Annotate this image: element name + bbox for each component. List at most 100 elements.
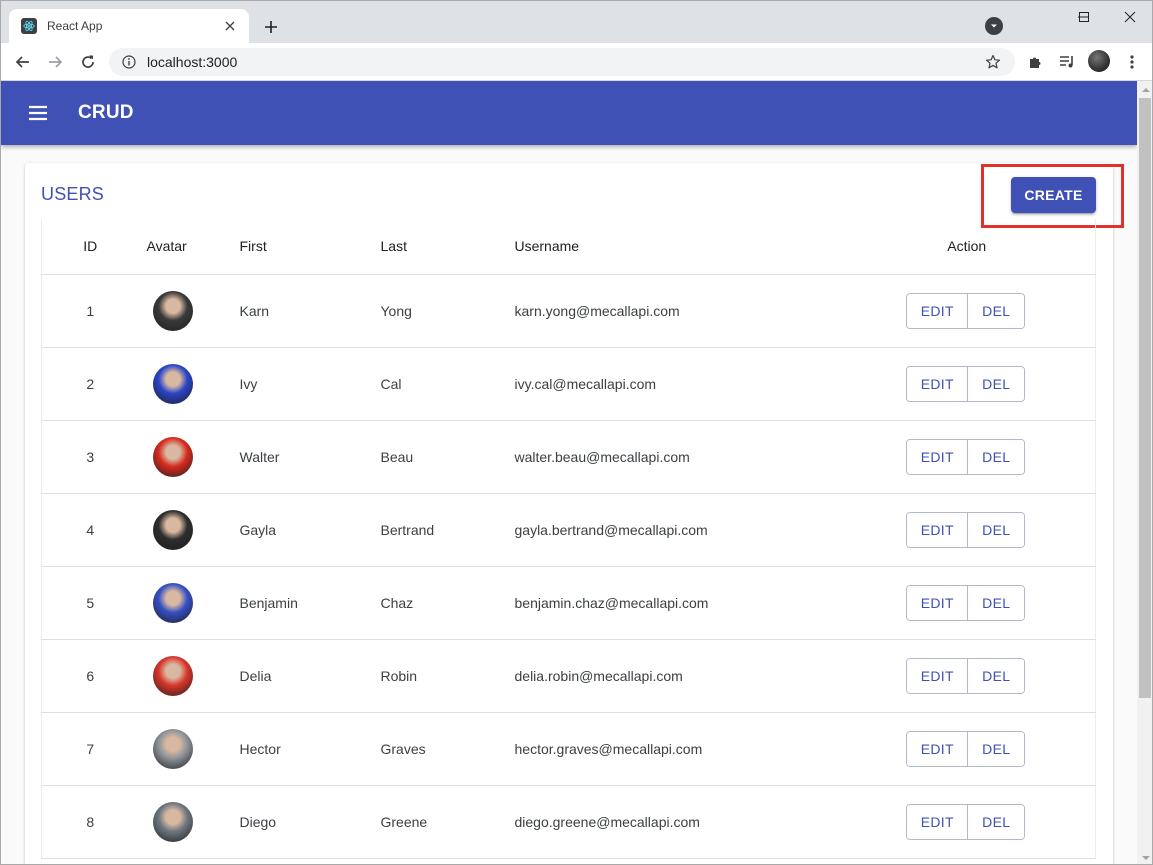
browser-toolbar: localhost:3000 [1,43,1152,81]
action-button-group: EDIT DEL [906,365,1026,402]
browser-menu-icon[interactable] [1118,48,1146,76]
cell-last: Graves [380,712,515,786]
cell-username: delia.robin@mecallapi.com [514,639,839,713]
tab-strip: React App [1,1,1152,43]
user-avatar [152,655,193,696]
cell-first: Gayla [239,493,381,567]
cell-username: diego.greene@mecallapi.com [514,785,839,859]
header-last: Last [380,219,515,275]
cell-first: Diego [239,785,381,859]
action-button-group: EDIT DEL [906,438,1026,475]
edit-button[interactable]: EDIT [907,804,968,839]
table-row: 1 Karn Yong karn.yong@mecallapi.com EDIT DEL [41,274,1096,348]
delete-button[interactable]: DEL [967,585,1025,620]
edit-button[interactable]: EDIT [907,439,968,474]
address-bar[interactable]: localhost:3000 [109,48,1015,76]
delete-button[interactable]: DEL [967,293,1025,328]
app-title: CRUD [78,102,134,123]
table-row: 2 Ivy Cal ivy.cal@mecallapi.com EDIT DEL [41,347,1096,421]
user-avatar [152,363,193,404]
browser-tab[interactable]: React App [9,9,249,43]
user-avatar [152,290,193,331]
media-control-icon[interactable] [1054,48,1082,76]
delete-button[interactable]: DEL [967,731,1025,766]
new-tab-icon[interactable] [259,15,283,39]
table-header-row: ID Avatar First Last Username Action [41,219,1096,275]
action-button-group: EDIT DEL [906,657,1026,694]
header-username: Username [514,219,839,275]
cell-username: walter.beau@mecallapi.com [514,420,839,494]
delete-button[interactable]: DEL [967,804,1025,839]
user-avatar [152,582,193,623]
cell-id: 4 [41,493,147,567]
url-text: localhost:3000 [147,54,238,70]
page-scrollbar[interactable] [1137,81,1152,864]
table-row: 8 Diego Greene diego.greene@mecallapi.com ED… [41,785,1096,859]
bookmark-star-icon[interactable] [983,52,1003,72]
cell-id: 1 [41,274,147,348]
cell-username: karn.yong@mecallapi.com [514,274,839,348]
table-row: 4 Gayla Bertrand gayla.bertrand@mecallapi.c… [41,493,1096,567]
edit-button[interactable]: EDIT [907,658,968,693]
tab-title: React App [47,19,103,33]
header-first: First [239,219,381,275]
cell-id: 3 [41,420,147,494]
cell-last: Greene [380,785,515,859]
edit-button[interactable]: EDIT [907,366,968,401]
edit-button[interactable]: EDIT [907,585,968,620]
scroll-up-arrow-icon[interactable] [1137,81,1152,98]
hamburger-menu-icon[interactable] [18,93,58,133]
cell-first: Hector [239,712,381,786]
app-bar: CRUD [1,81,1137,145]
cell-first: Benjamin [239,566,381,640]
table-row: 5 Benjamin Chaz benjamin.chaz@mecallapi.com… [41,566,1096,640]
cell-username: benjamin.chaz@mecallapi.com [514,566,839,640]
cell-id: 2 [41,347,147,421]
action-button-group: EDIT DEL [906,803,1026,840]
tab-search-icon[interactable] [985,17,1003,35]
delete-button[interactable]: DEL [967,512,1025,547]
tab-close-icon[interactable] [221,17,239,35]
close-window-icon[interactable] [1107,1,1152,33]
cell-first: Ivy [239,347,381,421]
create-button[interactable]: CREATE [1011,177,1096,213]
cell-last: Robin [380,639,515,713]
cell-id: 6 [41,639,147,713]
table-row: 7 Hector Graves hector.graves@mecallapi.com… [41,712,1096,786]
scroll-down-arrow-icon[interactable] [1137,849,1152,864]
table-row: 3 Walter Beau walter.beau@mecallapi.com EDIT… [41,420,1096,494]
maximize-icon[interactable] [1061,1,1107,33]
profile-avatar[interactable] [1088,50,1110,72]
cell-username: hector.graves@mecallapi.com [514,712,839,786]
action-button-group: EDIT DEL [906,292,1026,329]
cell-username: gayla.bertrand@mecallapi.com [514,493,839,567]
forward-icon[interactable] [41,48,69,76]
reload-icon[interactable] [74,48,102,76]
delete-button[interactable]: DEL [967,439,1025,474]
extensions-icon[interactable] [1021,48,1049,76]
cell-username: ivy.cal@mecallapi.com [514,347,839,421]
cell-first: Delia [239,639,381,713]
cell-first: Karn [239,274,381,348]
users-card: USERS CREATE ID Avatar First Last Userna… [25,163,1124,864]
scroll-thumb[interactable] [1139,98,1151,698]
edit-button[interactable]: EDIT [907,293,968,328]
react-favicon-icon [21,18,37,34]
browser-window: React App localhost:3000 CRUD USERS CREA… [0,0,1153,865]
action-button-group: EDIT DEL [906,730,1026,767]
header-action: Action [838,219,1096,275]
edit-button[interactable]: EDIT [907,731,968,766]
cell-last: Chaz [380,566,515,640]
action-button-group: EDIT DEL [906,584,1026,621]
delete-button[interactable]: DEL [967,366,1025,401]
edit-button[interactable]: EDIT [907,512,968,547]
table-row: 6 Delia Robin delia.robin@mecallapi.com EDIT… [41,639,1096,713]
cell-last: Bertrand [380,493,515,567]
back-icon[interactable] [9,48,37,76]
cell-last: Yong [380,274,515,348]
header-id: ID [41,219,147,275]
action-button-group: EDIT DEL [906,511,1026,548]
user-avatar [152,801,193,842]
info-icon[interactable] [121,54,137,70]
delete-button[interactable]: DEL [967,658,1025,693]
